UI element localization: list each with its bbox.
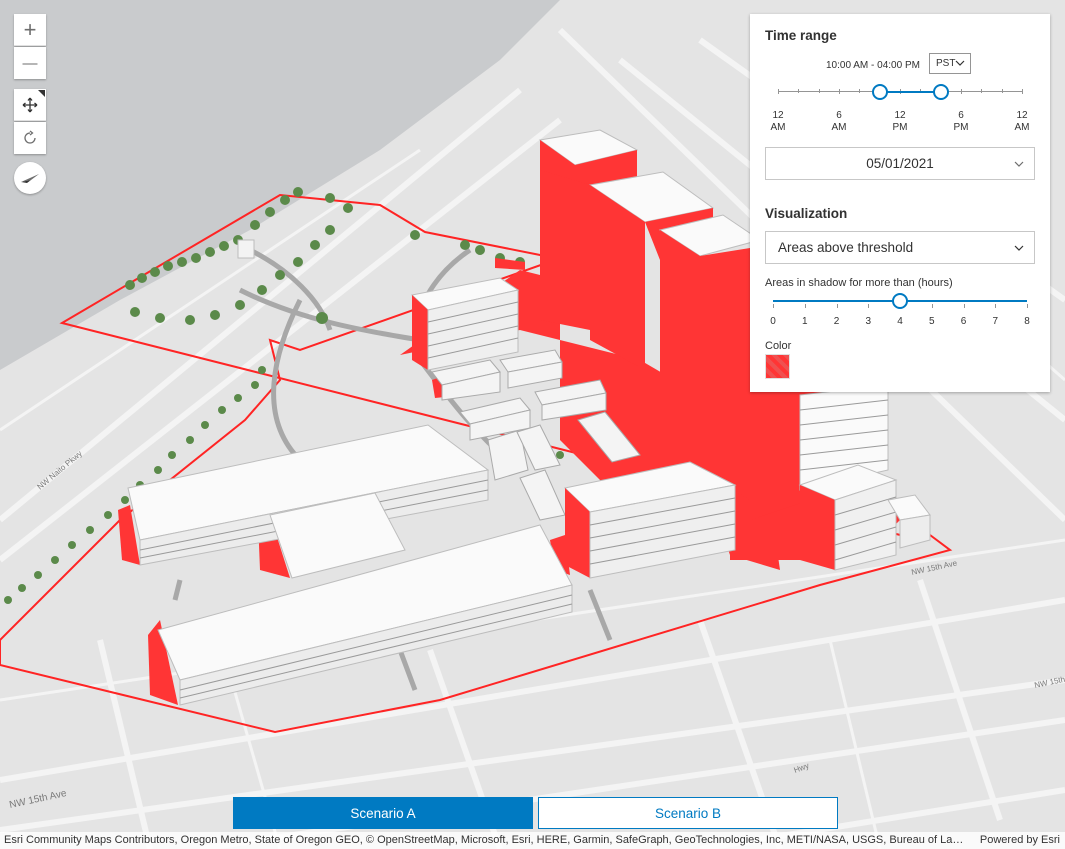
time-slider-tick [1022, 89, 1023, 94]
color-label: Color [765, 340, 792, 352]
time-slider-tick [961, 89, 962, 94]
time-slider-tick [818, 89, 820, 93]
scenario-b-label: Scenario B [654, 805, 722, 821]
threshold-tick-label: 2 [833, 316, 840, 327]
threshold-slider-tick [773, 304, 774, 308]
threshold-slider-tick [963, 304, 965, 308]
scenario-a-button[interactable]: Scenario A [233, 797, 533, 829]
threshold-slider-tick [836, 304, 838, 308]
visualization-title: Visualization [765, 206, 848, 221]
time-slider-tick [778, 89, 779, 94]
threshold-tick-label: 6 [960, 316, 967, 327]
threshold-label: Areas in shadow for more than (hours) [765, 277, 953, 289]
tick-hour: 12 [894, 110, 906, 121]
threshold-tick-label: 3 [865, 316, 872, 327]
tick-ampm: AM [831, 122, 847, 133]
time-slider-tick [859, 89, 861, 93]
time-tick-label: 12 AM [1007, 110, 1037, 134]
zoom-out-button[interactable]: — [14, 47, 46, 79]
threshold-slider-tick [931, 304, 933, 308]
threshold-tick-label: 0 [770, 316, 776, 327]
chevron-down-icon [1014, 245, 1024, 251]
time-slider-tick [981, 89, 983, 93]
scenario-b-button[interactable]: Scenario B [538, 797, 838, 829]
threshold-slider-tick [1027, 304, 1028, 308]
powered-by-esri[interactable]: Powered by Esri [980, 834, 1060, 846]
time-range-title: Time range [765, 28, 837, 43]
chevron-down-icon [955, 60, 965, 66]
threshold-tick-label: 7 [992, 316, 999, 327]
rotate-mode-button[interactable] [14, 122, 46, 154]
threshold-slider-tick [804, 304, 806, 308]
rotate-icon [24, 130, 36, 144]
tick-ampm: AM [770, 122, 786, 133]
compass-icon [21, 174, 39, 183]
time-slider-tick [798, 89, 800, 93]
tick-hour: 6 [958, 110, 964, 121]
tick-ampm: PM [953, 122, 969, 133]
scenario-a-label: Scenario A [350, 805, 416, 821]
threshold-tick-label: 1 [801, 316, 808, 327]
time-tick-label: 12 AM [763, 110, 793, 134]
time-tick-label: 6 AM [824, 110, 854, 134]
minus-icon: — [22, 54, 38, 72]
plus-icon: + [23, 16, 37, 42]
time-slider-fill [879, 90, 941, 93]
shadow-cast-panel: Time range 10:00 AM - 04:00 PM PST 12 AM 6… [750, 14, 1050, 392]
visualization-value: Areas above threshold [778, 240, 914, 255]
attribution-text[interactable]: Esri Community Maps Contributors, Oregon… [4, 834, 964, 846]
threshold-slider-tick [995, 304, 997, 308]
threshold-tick-label: 8 [1024, 316, 1030, 327]
tick-hour: 12 [1016, 110, 1028, 121]
pan-icon [22, 97, 38, 112]
threshold-tick-label: 5 [928, 316, 935, 327]
time-slider-tick [1001, 89, 1003, 93]
time-start-handle[interactable] [871, 84, 888, 100]
threshold-tick-label: 4 [897, 316, 903, 327]
timezone-select[interactable]: PST [929, 53, 971, 74]
date-value: 05/01/2021 [866, 156, 934, 171]
pan-mode-button[interactable] [14, 89, 46, 121]
shadow-color-swatch[interactable] [765, 354, 790, 379]
time-tick-label: 12 PM [885, 110, 915, 134]
date-picker[interactable]: 05/01/2021 [765, 147, 1035, 180]
time-slider-tick [839, 89, 840, 94]
time-range-value: 10:00 AM - 04:00 PM [826, 60, 920, 71]
timezone-value: PST [936, 58, 956, 69]
tick-hour: 12 [772, 110, 784, 121]
threshold-slider-tick [868, 304, 870, 308]
time-end-handle[interactable] [932, 84, 949, 100]
threshold-handle[interactable] [892, 293, 908, 309]
chevron-down-icon [1014, 161, 1024, 167]
tick-ampm: PM [892, 122, 908, 133]
tick-ampm: AM [1014, 122, 1030, 133]
zoom-in-button[interactable]: + [14, 14, 46, 46]
compass-button[interactable] [14, 162, 46, 194]
time-tick-label: 6 PM [946, 110, 976, 134]
visualization-select[interactable]: Areas above threshold [765, 231, 1035, 264]
tick-hour: 6 [836, 110, 842, 121]
attribution-bar[interactable]: Esri Community Maps Contributors, Oregon… [0, 832, 1065, 849]
